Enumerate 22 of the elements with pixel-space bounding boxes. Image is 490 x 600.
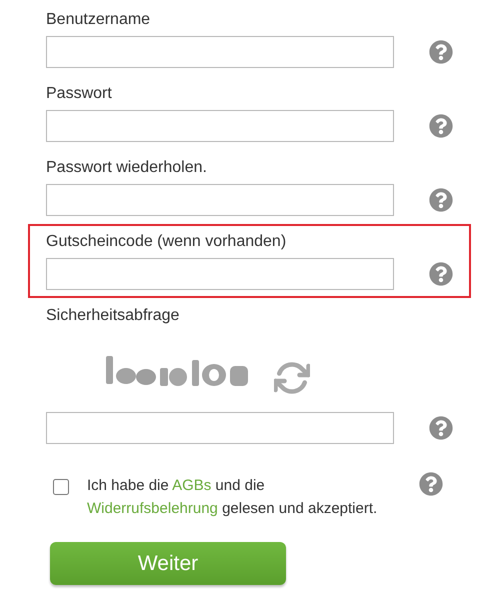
field-label: Benutzername [46, 10, 152, 30]
help-icon[interactable] [429, 416, 453, 440]
field-label: Sicherheitsabfrage [46, 306, 180, 326]
field-label: Passwort [46, 84, 113, 104]
field-label: Gutscheincode (wenn vorhanden) [46, 232, 288, 252]
help-icon[interactable] [429, 40, 453, 64]
refresh-icon[interactable] [274, 360, 310, 396]
help-icon[interactable] [429, 114, 453, 138]
input-field[interactable] [46, 412, 394, 444]
checkbox[interactable] [53, 479, 69, 495]
input-field[interactable] [46, 36, 394, 68]
help-icon[interactable] [429, 262, 453, 286]
link[interactable]: Widerrufsbelehrung [87, 500, 218, 517]
input-field[interactable] [46, 258, 394, 290]
field-label: Passwort wiederholen. [46, 158, 208, 178]
consent-text: Ich habe die AGBs und die Widerrufsbelehrung gelesen und akzeptiert. [87, 476, 378, 519]
input-field[interactable] [46, 110, 394, 142]
help-icon[interactable] [419, 472, 443, 496]
next-button[interactable]: Weiter [50, 542, 286, 585]
link[interactable]: AGBs [172, 477, 212, 494]
input-field[interactable] [46, 184, 394, 216]
help-icon[interactable] [429, 188, 453, 212]
